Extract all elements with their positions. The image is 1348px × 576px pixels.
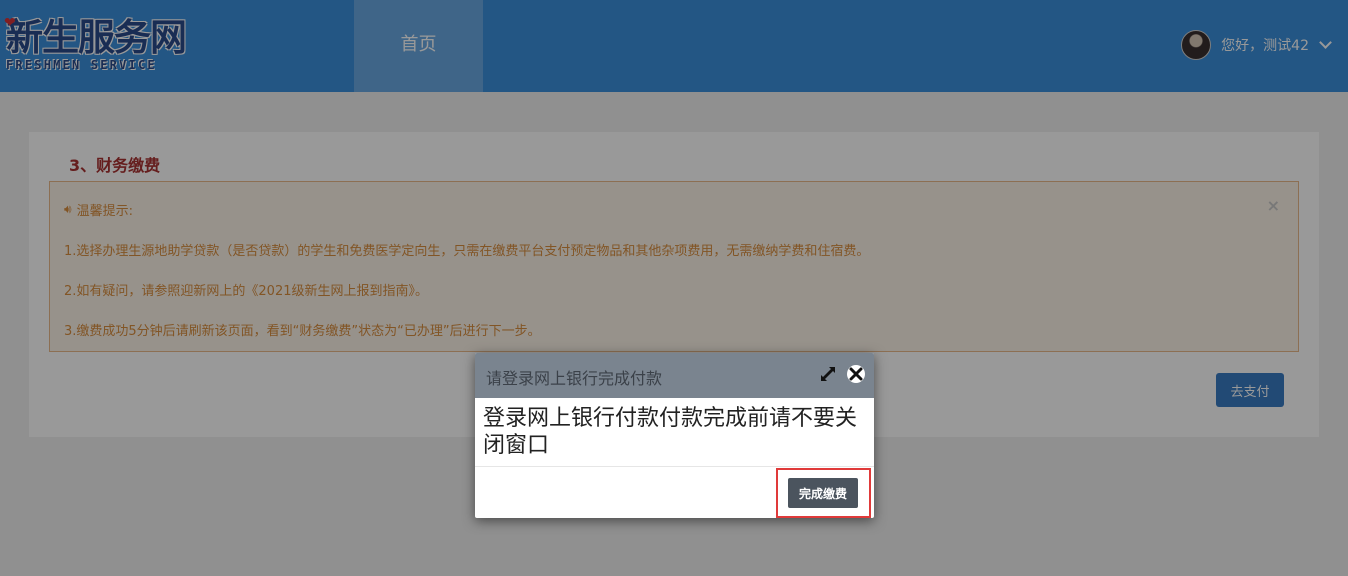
modal-divider (475, 466, 874, 467)
close-icon[interactable] (846, 364, 866, 384)
modal-header: 请登录网上银行完成付款 (475, 353, 874, 398)
finish-payment-button[interactable]: 完成缴费 (788, 478, 858, 508)
modal-message: 登录网上银行付款付款完成前请不要关闭窗口 (483, 406, 858, 458)
expand-icon[interactable] (818, 364, 838, 384)
payment-modal: 请登录网上银行完成付款 登录网上银行付款付款完成前请不要关闭窗口 完成缴费 (475, 353, 874, 518)
modal-title: 请登录网上银行完成付款 (486, 369, 663, 388)
